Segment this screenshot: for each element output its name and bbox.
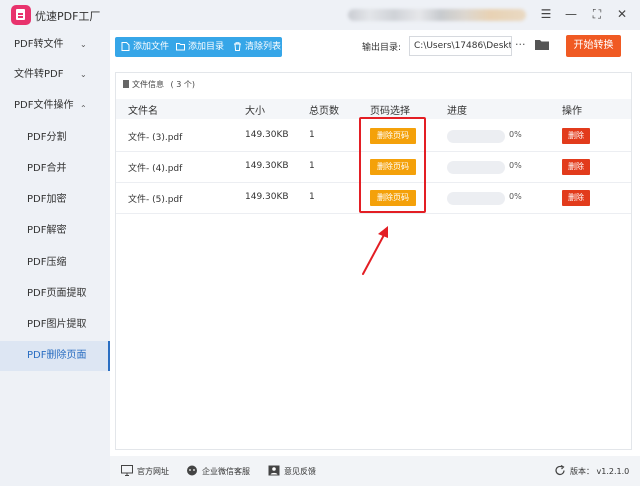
add-folder-label: 添加目录 [188,42,225,52]
column-header-size: 大小 [245,106,265,117]
file-add-icon [121,42,130,51]
monitor-icon [121,465,133,476]
file-toolbar: 添加文件 添加目录 清除列表 [115,37,282,57]
sidebar-item-label: PDF压缩 [27,257,67,268]
file-size: 149.30KB [245,192,289,202]
sidebar-item-pdf-split[interactable]: PDF分割 [0,123,110,153]
account-info-blurred[interactable] [348,9,526,21]
output-dir-label: 输出目录: [362,43,402,53]
refresh-icon [555,465,565,476]
file-name: 文件- (5).pdf [128,195,183,205]
wechat-support-label: 企业微信客服 [202,467,250,476]
menu-icon[interactable]: ☰ [538,6,554,22]
delete-file-button[interactable]: 删除 [562,128,590,144]
file-size: 149.30KB [245,161,289,171]
add-file-label: 添加文件 [133,42,170,52]
sidebar-item-label: PDF删除页面 [27,350,87,361]
output-path-field[interactable]: C:\Users\17486\Deskto [409,36,512,56]
trash-icon [234,42,241,51]
sidebar-item-pdf-compress[interactable]: PDF压缩 [0,248,110,278]
start-convert-button[interactable]: 开始转换 [566,35,621,57]
chevron-down-icon: ⌄ [80,40,87,49]
file-info-header: 文件信息 ( 3 个) [123,79,195,90]
sidebar-item-label: PDF合并 [27,163,67,174]
file-size: 149.30KB [245,130,289,140]
progress-bar [447,161,505,174]
chevron-down-icon: ⌄ [80,70,87,79]
app-logo-icon [11,5,31,25]
sidebar-group-label: 文件转PDF [14,69,64,80]
sidebar-item-pdf-delete-pages[interactable]: PDF删除页面 [0,341,110,371]
version-label: 版本： v1.2.1.0 [570,467,630,476]
sidebar-item-pdf-decrypt[interactable]: PDF解密 [0,216,110,246]
close-button[interactable]: ✕ [614,6,630,22]
progress-bar [447,192,505,205]
page-count: 1 [309,161,315,171]
progress-percent: 0% [509,161,522,170]
chevron-up-icon: ⌃ [80,104,87,113]
sidebar-item-label: PDF分割 [27,132,67,143]
progress-percent: 0% [509,192,522,201]
progress-bar [447,130,505,143]
sidebar-item-pdf-page-extract[interactable]: PDF页面提取 [0,279,110,309]
column-header-page-select: 页码选择 [370,106,410,117]
folder-icon [176,43,185,51]
app-title: 优速PDF工厂 [35,10,101,23]
sidebar-item-label: PDF解密 [27,225,67,236]
open-folder-icon[interactable] [535,39,549,50]
sidebar-group-pdf-operations[interactable]: PDF文件操作 ⌃ [0,91,110,121]
file-name: 文件- (4).pdf [128,164,183,174]
sidebar-group-pdf-to-file[interactable]: PDF转文件 ⌄ [0,30,110,60]
file-count: ( 3 个) [170,80,195,89]
feedback-icon [268,465,280,476]
sidebar-item-label: PDF加密 [27,194,67,205]
clear-list-label: 清除列表 [245,42,282,52]
file-name: 文件- (3).pdf [128,133,183,143]
sidebar-item-pdf-image-extract[interactable]: PDF图片提取 [0,310,110,340]
delete-file-button[interactable]: 删除 [562,159,590,175]
table-header: 文件名 大小 总页数 页码选择 进度 操作 [116,99,631,119]
sidebar-group-label: PDF转文件 [14,39,64,50]
annotation-highlight-box [359,117,426,213]
column-header-actions: 操作 [562,106,582,117]
column-header-pages: 总页数 [309,106,339,117]
document-icon [123,80,129,88]
title-bar: 优速PDF工厂 ☰ — ⛶ ✕ [0,0,640,30]
chat-icon [187,465,197,476]
maximize-button[interactable]: ⛶ [589,6,605,22]
column-header-name: 文件名 [128,106,158,117]
sidebar: PDF转文件 ⌄ 文件转PDF ⌄ PDF文件操作 ⌃ PDF分割 PDF合并 … [0,30,110,486]
sidebar-item-pdf-merge[interactable]: PDF合并 [0,154,110,184]
column-header-progress: 进度 [447,106,467,117]
sidebar-item-label: PDF图片提取 [27,319,87,330]
more-options-button[interactable]: ··· [515,38,526,51]
sidebar-item-pdf-encrypt[interactable]: PDF加密 [0,185,110,215]
website-label: 官方网址 [137,467,169,476]
page-count: 1 [309,192,315,202]
minimize-button[interactable]: — [563,6,579,22]
sidebar-item-label: PDF页面提取 [27,288,87,299]
sidebar-group-label: PDF文件操作 [14,100,74,111]
page-count: 1 [309,130,315,140]
progress-percent: 0% [509,130,522,139]
footer: 官方网址 企业微信客服 意见反馈 版本： v1.2.1.0 [110,456,640,486]
sidebar-group-file-to-pdf[interactable]: 文件转PDF ⌄ [0,60,110,90]
feedback-label: 意见反馈 [284,467,316,476]
delete-file-button[interactable]: 删除 [562,190,590,206]
file-info-label: 文件信息 [132,80,164,89]
